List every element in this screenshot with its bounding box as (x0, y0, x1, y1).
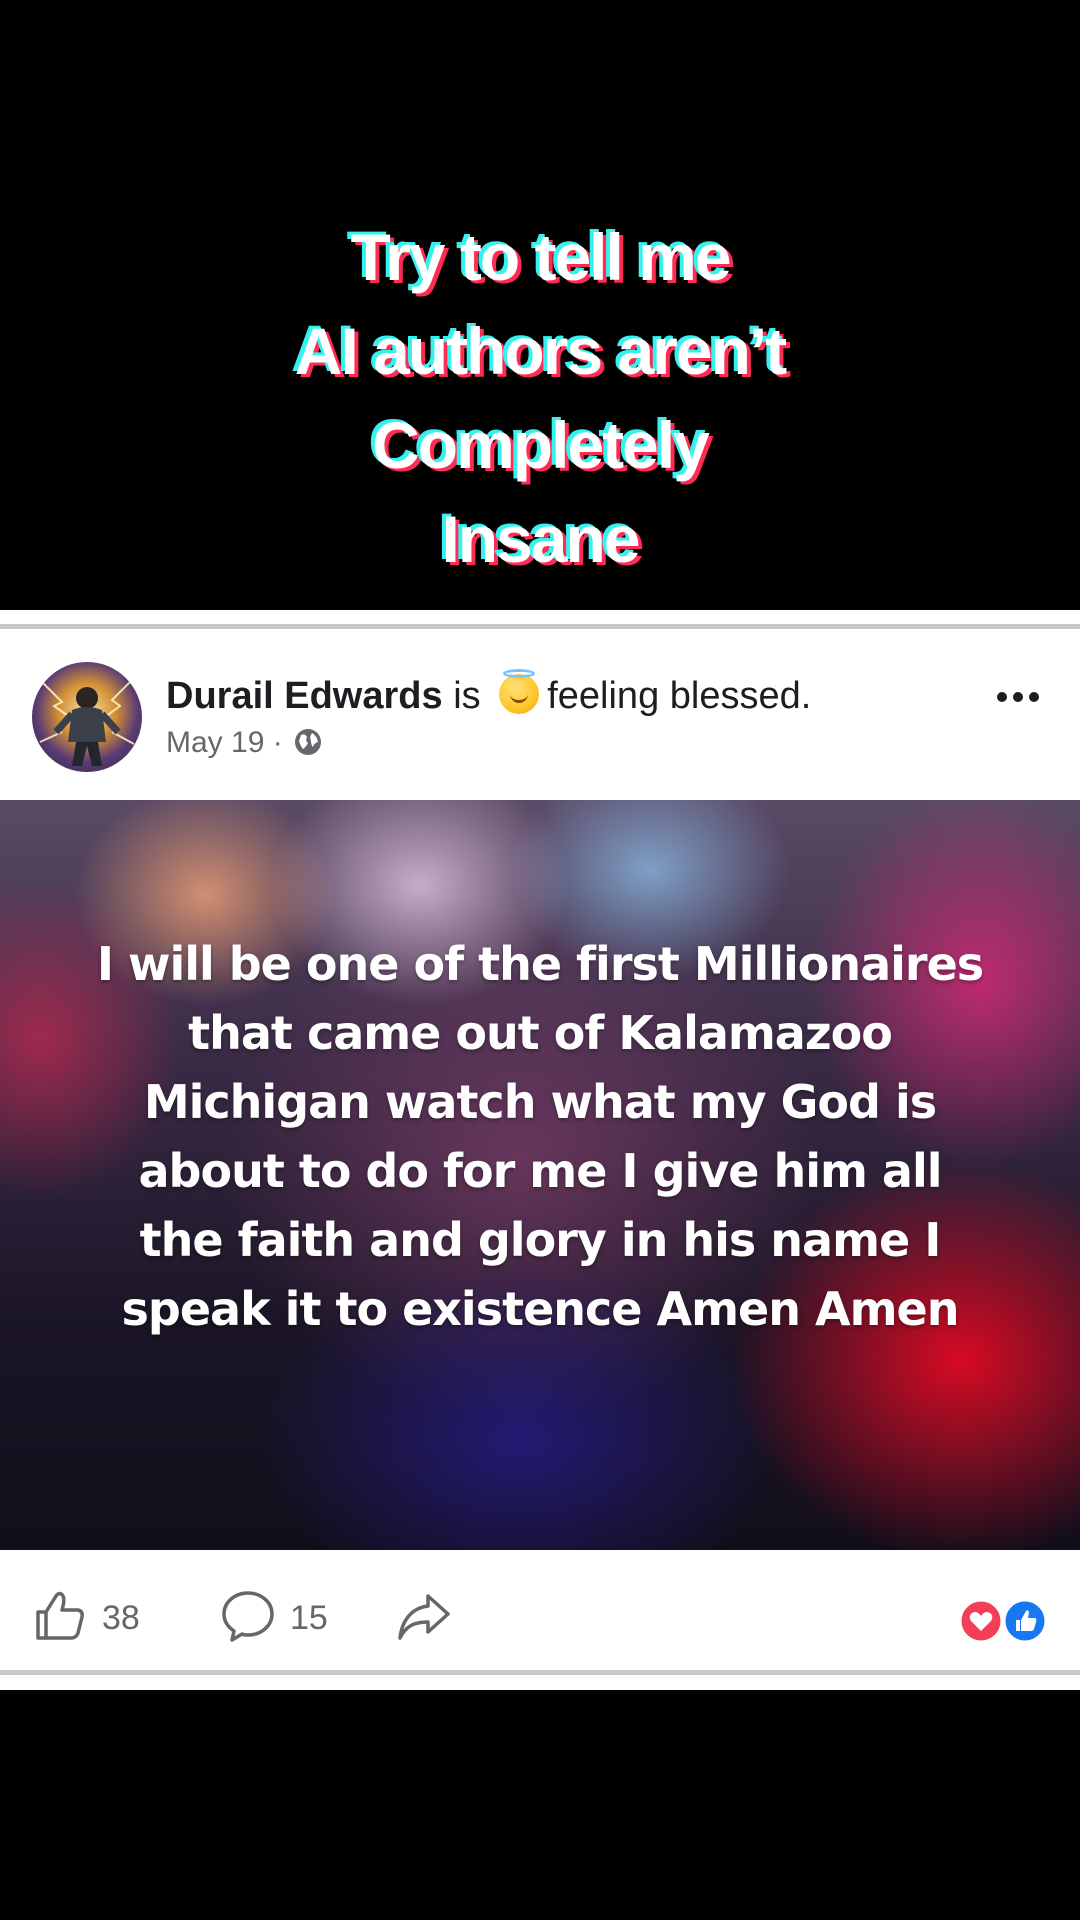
love-reaction-icon (958, 1598, 1004, 1644)
facebook-post: Durail Edwards is feeling blessed. May 1… (0, 610, 1080, 1690)
meta-separator: · (272, 726, 283, 759)
comment-bubble-icon (220, 1588, 276, 1649)
post-header: Durail Edwards is feeling blessed. May 1… (0, 660, 1080, 800)
divider (0, 624, 1080, 629)
avatar[interactable] (32, 662, 142, 772)
more-options-icon[interactable] (994, 682, 1044, 712)
post-author-line: Durail Edwards is feeling blessed. (166, 669, 812, 718)
like-reaction-icon (1002, 1598, 1048, 1644)
thumbs-up-icon (32, 1588, 88, 1649)
reactions-summary[interactable] (956, 1598, 1052, 1644)
divider (0, 1670, 1080, 1675)
globe-icon[interactable] (293, 727, 323, 765)
feeling-text: feeling blessed. (547, 675, 812, 717)
comment-button[interactable]: 15 (220, 1590, 328, 1646)
author-name[interactable]: Durail Edwards (166, 675, 443, 717)
comments-count: 15 (290, 1598, 328, 1637)
video-caption: Try to tell me AI authors aren’t Complet… (0, 210, 1080, 586)
share-arrow-icon (396, 1588, 452, 1649)
post-actions: 38 15 (0, 1550, 1080, 1670)
post-image[interactable]: I will be one of the first Millionaires … (0, 800, 1080, 1550)
caption-line-1: Try to tell me (350, 220, 731, 294)
author-verb: is (453, 675, 481, 717)
post-date[interactable]: May 19 (166, 726, 264, 759)
like-button[interactable]: 38 (32, 1590, 140, 1646)
share-button[interactable] (396, 1590, 452, 1646)
caption-line-4: Insane (441, 502, 640, 576)
caption-line-3: Completely (372, 408, 710, 482)
post-image-text: I will be one of the first Millionaires … (96, 937, 984, 1336)
smiling-face-with-halo-icon (499, 669, 540, 714)
caption-line-2: AI authors aren’t (294, 314, 787, 388)
post-meta: May 19 · (166, 726, 323, 765)
likes-count: 38 (102, 1598, 140, 1637)
